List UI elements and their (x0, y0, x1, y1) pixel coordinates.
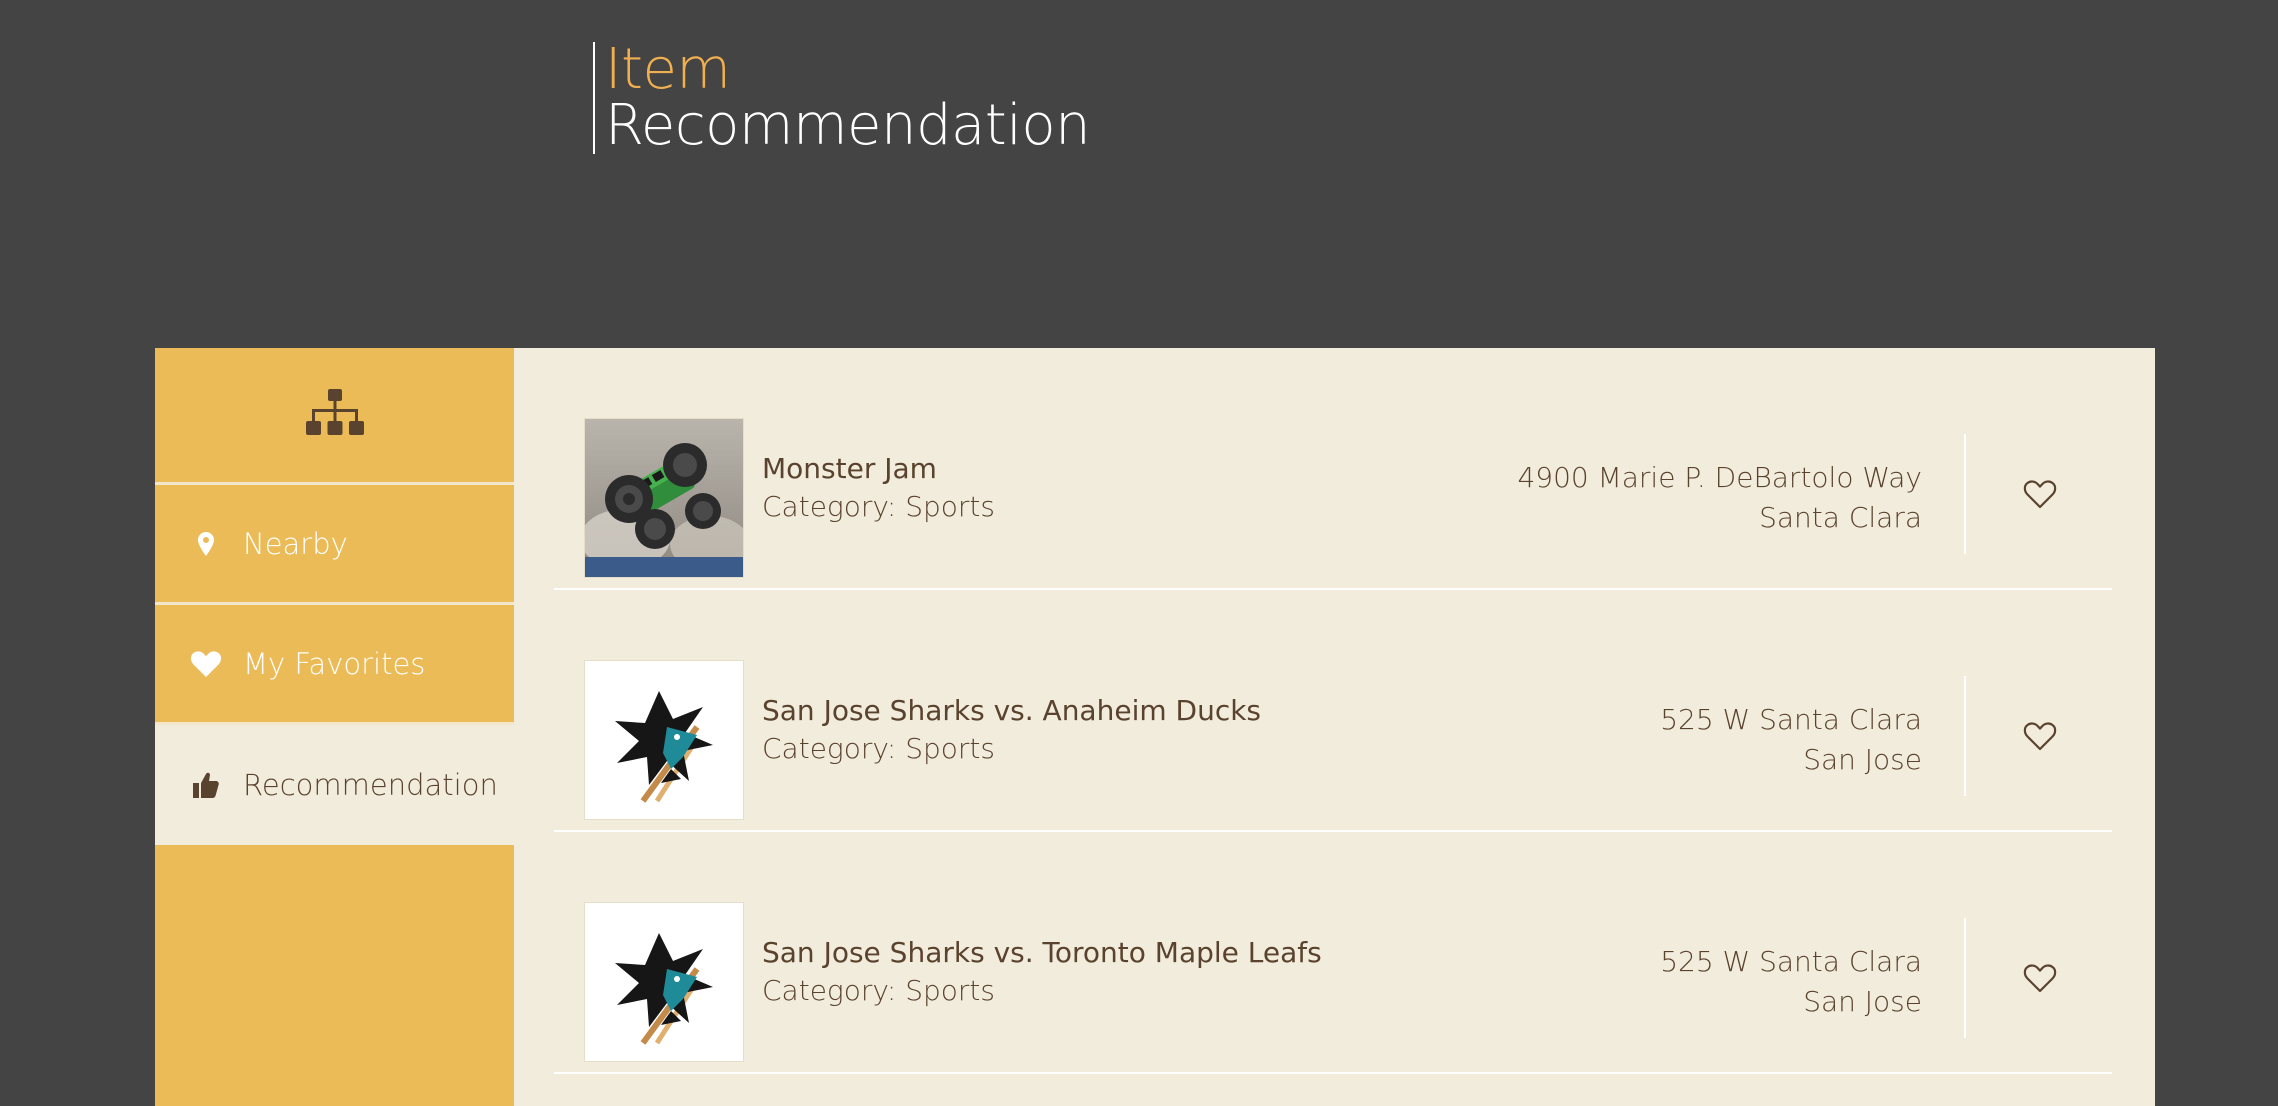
list-item[interactable]: San Jose Sharks vs. Anaheim Ducks Catego… (554, 590, 2112, 832)
map-pin-icon (191, 531, 221, 556)
sidebar-logo (155, 348, 514, 485)
main-panel: Nearby My Favorites Recommendation Monst… (155, 348, 2155, 1106)
item-address-line1: 525 W Santa Clara (1660, 703, 1922, 736)
favorite-button[interactable] (2022, 718, 2058, 754)
thumbs-up-icon (191, 772, 221, 798)
favorite-button[interactable] (2022, 476, 2058, 512)
sidebar-item-label: Recommendation (243, 768, 498, 802)
item-category: Category: Sports (762, 490, 995, 523)
sharks-logo (585, 661, 743, 819)
sharks-logo (585, 903, 743, 1061)
monster-truck-photo (585, 419, 743, 577)
item-address-line2: San Jose (1803, 743, 1922, 776)
sidebar-item-label: Nearby (243, 526, 348, 561)
list-item[interactable]: San Jose Sharks vs. Toronto Maple Leafs … (554, 832, 2112, 1074)
item-thumbnail (584, 418, 744, 578)
item-category: Category: Sports (762, 732, 995, 765)
item-thumbnail (584, 660, 744, 820)
item-divider (1964, 676, 1966, 796)
header-title-line1: Item (605, 37, 731, 102)
item-address-line1: 525 W Santa Clara (1660, 945, 1922, 978)
item-address-line2: Santa Clara (1759, 501, 1922, 534)
sidebar-item-my-favorites[interactable]: My Favorites (155, 605, 514, 725)
item-address: 4900 Marie P. DeBartolo Way Santa Clara (1517, 458, 1922, 538)
item-name[interactable]: Monster Jam (762, 452, 937, 485)
item-category: Category: Sports (762, 974, 995, 1007)
item-address: 525 W Santa Clara San Jose (1660, 942, 1922, 1022)
app-header: Item Recommendation (593, 37, 1091, 158)
header-title-line2: Recommendation (605, 93, 1091, 158)
sidebar: Nearby My Favorites Recommendation (155, 348, 514, 1106)
sidebar-item-nearby[interactable]: Nearby (155, 485, 514, 605)
item-name[interactable]: San Jose Sharks vs. Anaheim Ducks (762, 694, 1261, 727)
item-address-line1: 4900 Marie P. DeBartolo Way (1517, 461, 1922, 494)
item-divider (1964, 918, 1966, 1038)
item-thumbnail (584, 902, 744, 1062)
sidebar-item-recommendation[interactable]: Recommendation (155, 725, 514, 845)
heart-outline-icon (2023, 480, 2057, 509)
heart-outline-icon (2023, 964, 2057, 993)
sitemap-icon (305, 389, 364, 435)
heart-icon (191, 650, 221, 677)
sidebar-item-label: My Favorites (243, 646, 426, 681)
item-address-line2: San Jose (1803, 985, 1922, 1018)
item-divider (1964, 434, 1966, 554)
item-list: Monster Jam Category: Sports 4900 Marie … (514, 348, 2155, 1106)
item-name[interactable]: San Jose Sharks vs. Toronto Maple Leafs (762, 936, 1322, 969)
favorite-button[interactable] (2022, 960, 2058, 996)
heart-outline-icon (2023, 722, 2057, 751)
item-address: 525 W Santa Clara San Jose (1660, 700, 1922, 780)
list-item[interactable]: Monster Jam Category: Sports 4900 Marie … (554, 348, 2112, 590)
